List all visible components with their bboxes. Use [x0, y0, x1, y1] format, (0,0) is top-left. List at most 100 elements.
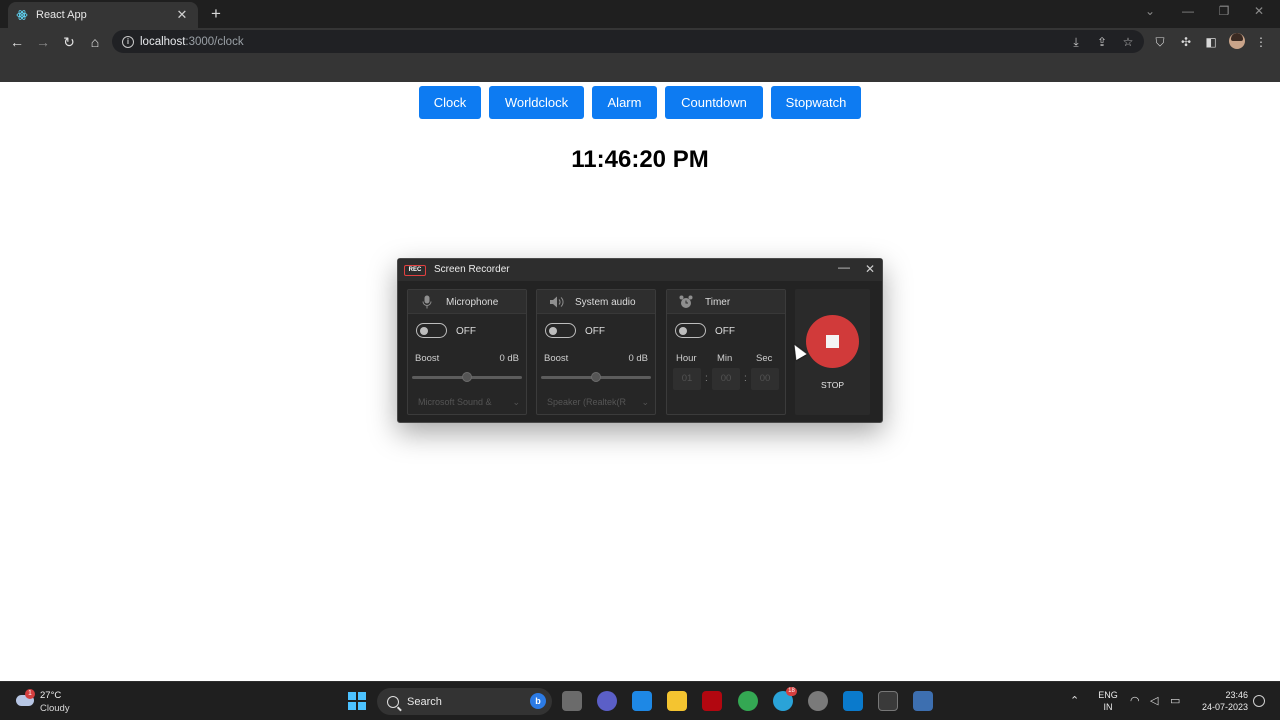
- file-explorer-icon[interactable]: [667, 691, 687, 711]
- stop-recording-button[interactable]: [806, 315, 859, 368]
- profile-avatar[interactable]: [1229, 33, 1245, 49]
- timer-header: Timer: [667, 290, 785, 314]
- telegram-icon[interactable]: 18: [773, 687, 797, 711]
- chrome-icon[interactable]: [738, 691, 758, 711]
- microphone-toggle[interactable]: [416, 323, 447, 338]
- microphone-boost-value: 0 dB: [499, 353, 519, 364]
- system-audio-boost-value: 0 dB: [628, 353, 648, 364]
- site-info-icon[interactable]: i: [122, 35, 134, 48]
- timer-separator: :: [705, 373, 708, 384]
- microphone-panel: Microphone OFF Boost 0 dB Microsoft Soun…: [407, 289, 527, 415]
- microphone-boost-slider[interactable]: [412, 372, 522, 382]
- wifi-icon[interactable]: ◠: [1130, 694, 1140, 707]
- timer-hour-label: Hour: [676, 353, 697, 364]
- timer-toggle[interactable]: [675, 323, 706, 338]
- language-indicator[interactable]: ENG IN: [1097, 689, 1119, 713]
- nav-alarm-button[interactable]: Alarm: [592, 86, 657, 119]
- weather-badge: 1: [25, 689, 35, 699]
- system-audio-device-value: Speaker (Realtek(R: [547, 397, 627, 407]
- taskbar-search[interactable]: Search b: [377, 688, 552, 715]
- system-audio-device-select[interactable]: Speaker (Realtek(R ⌄: [547, 397, 651, 407]
- screen-recorder-app-icon[interactable]: [913, 691, 933, 711]
- chevron-down-icon: ⌄: [512, 397, 520, 407]
- system-audio-slider-handle[interactable]: [591, 372, 601, 382]
- system-clock[interactable]: 23:46 24-07-2023: [1192, 689, 1248, 713]
- system-audio-label: System audio: [575, 297, 636, 308]
- chevron-down-icon: ⌄: [641, 397, 649, 407]
- timer-separator: :: [744, 373, 747, 384]
- recorder-title-bar: REC Screen Recorder — ✕: [398, 259, 882, 281]
- share-icon[interactable]: ⇪: [1094, 34, 1110, 50]
- timer-min-input[interactable]: 00: [712, 368, 740, 390]
- forward-icon[interactable]: →: [32, 31, 54, 53]
- windows-taskbar: 1 27°C Cloudy Search b 18 ⌃ ENG IN ◠ ◁ ▭…: [0, 681, 1280, 720]
- recorder-minimize-icon[interactable]: —: [838, 260, 850, 274]
- timer-hour-input[interactable]: 01: [673, 368, 701, 390]
- task-view-icon[interactable]: [562, 691, 582, 711]
- timer-min-label: Min: [717, 353, 733, 364]
- vscode-icon[interactable]: [843, 691, 863, 711]
- volume-icon[interactable]: ◁: [1150, 694, 1158, 707]
- nav-worldclock-button[interactable]: Worldclock: [489, 86, 584, 119]
- nav-countdown-button[interactable]: Countdown: [665, 86, 763, 119]
- tab-search-icon[interactable]: ⌄: [1140, 4, 1160, 18]
- settings-gear-icon[interactable]: [808, 691, 828, 711]
- extensions-puzzle-icon[interactable]: ✣: [1178, 34, 1194, 50]
- url-host: localhost: [140, 35, 186, 48]
- microphone-boost-label: Boost: [415, 353, 440, 364]
- bing-icon[interactable]: b: [530, 693, 546, 709]
- tab-close-icon[interactable]: ✕: [174, 7, 190, 23]
- address-bar[interactable]: i localhost:3000/clock ⤓ ⇪ ☆: [112, 30, 1144, 53]
- system-audio-toggle-state: OFF: [585, 326, 605, 337]
- shield-extension-icon[interactable]: ⛉: [1152, 34, 1168, 50]
- browser-tab-bar: React App ✕ + ⌄ — ❐ ✕: [0, 0, 1280, 28]
- system-audio-header: System audio: [537, 290, 655, 314]
- taskbar-search-placeholder: Search: [407, 695, 442, 708]
- notification-icon[interactable]: [1253, 695, 1265, 707]
- battery-icon[interactable]: ▭: [1170, 694, 1180, 707]
- window-close-icon[interactable]: ✕: [1249, 4, 1269, 18]
- stop-panel: STOP: [795, 289, 870, 415]
- microphone-slider-handle[interactable]: [462, 372, 472, 382]
- menu-kebab-icon[interactable]: ⋮: [1253, 34, 1269, 50]
- microphone-device-select[interactable]: Microsoft Sound & ⌄: [418, 397, 522, 407]
- system-audio-boost-slider[interactable]: [541, 372, 651, 382]
- recorder-title: Screen Recorder: [434, 264, 510, 275]
- home-icon[interactable]: ⌂: [84, 31, 106, 53]
- app-nav: Clock Worldclock Alarm Countdown Stopwat…: [0, 86, 1280, 119]
- search-icon: [387, 695, 399, 708]
- recorder-close-icon[interactable]: ✕: [865, 262, 875, 276]
- screen-recorder-window: REC Screen Recorder — ✕ Microphone OFF B…: [397, 258, 883, 423]
- system-audio-toggle[interactable]: [545, 323, 576, 338]
- timer-sec-input[interactable]: 00: [751, 368, 779, 390]
- timer-sec-label: Sec: [756, 353, 773, 364]
- back-icon[interactable]: ←: [6, 31, 28, 53]
- browser-tab[interactable]: React App ✕: [8, 2, 198, 28]
- netflix-icon[interactable]: [702, 691, 722, 711]
- chevron-up-icon[interactable]: ⌃: [1070, 694, 1079, 707]
- nav-stopwatch-button[interactable]: Stopwatch: [771, 86, 861, 119]
- language-code: ENG: [1098, 690, 1118, 700]
- window-restore-icon[interactable]: ❐: [1214, 4, 1234, 18]
- browser-toolbar: ← → ↻ ⌂ i localhost:3000/clock ⤓ ⇪ ☆ ⛉ ✣…: [0, 28, 1280, 55]
- install-icon[interactable]: ⤓: [1068, 34, 1084, 50]
- speaker-icon: [549, 295, 564, 309]
- system-date: 24-07-2023: [1201, 702, 1248, 712]
- microphone-toggle-state: OFF: [456, 326, 476, 337]
- url-path: :3000/clock: [185, 35, 244, 48]
- bookmark-star-icon[interactable]: ☆: [1120, 34, 1136, 50]
- weather-widget[interactable]: 1 27°C Cloudy: [14, 687, 94, 717]
- start-windows-icon[interactable]: [348, 692, 366, 710]
- reload-icon[interactable]: ↻: [58, 31, 80, 53]
- nav-clock-button[interactable]: Clock: [419, 86, 481, 119]
- weather-temperature: 27°C: [40, 690, 62, 701]
- side-panel-icon[interactable]: ◧: [1203, 34, 1219, 50]
- timer-toggle-state: OFF: [715, 326, 735, 337]
- terminal-icon[interactable]: [878, 691, 898, 711]
- teams-chat-icon[interactable]: [597, 691, 617, 711]
- mail-icon[interactable]: [632, 691, 652, 711]
- clock-time: 11:46:20 PM: [571, 146, 709, 173]
- window-minimize-icon[interactable]: —: [1178, 4, 1198, 18]
- microphone-icon: [420, 295, 434, 309]
- new-tab-button[interactable]: +: [206, 4, 226, 24]
